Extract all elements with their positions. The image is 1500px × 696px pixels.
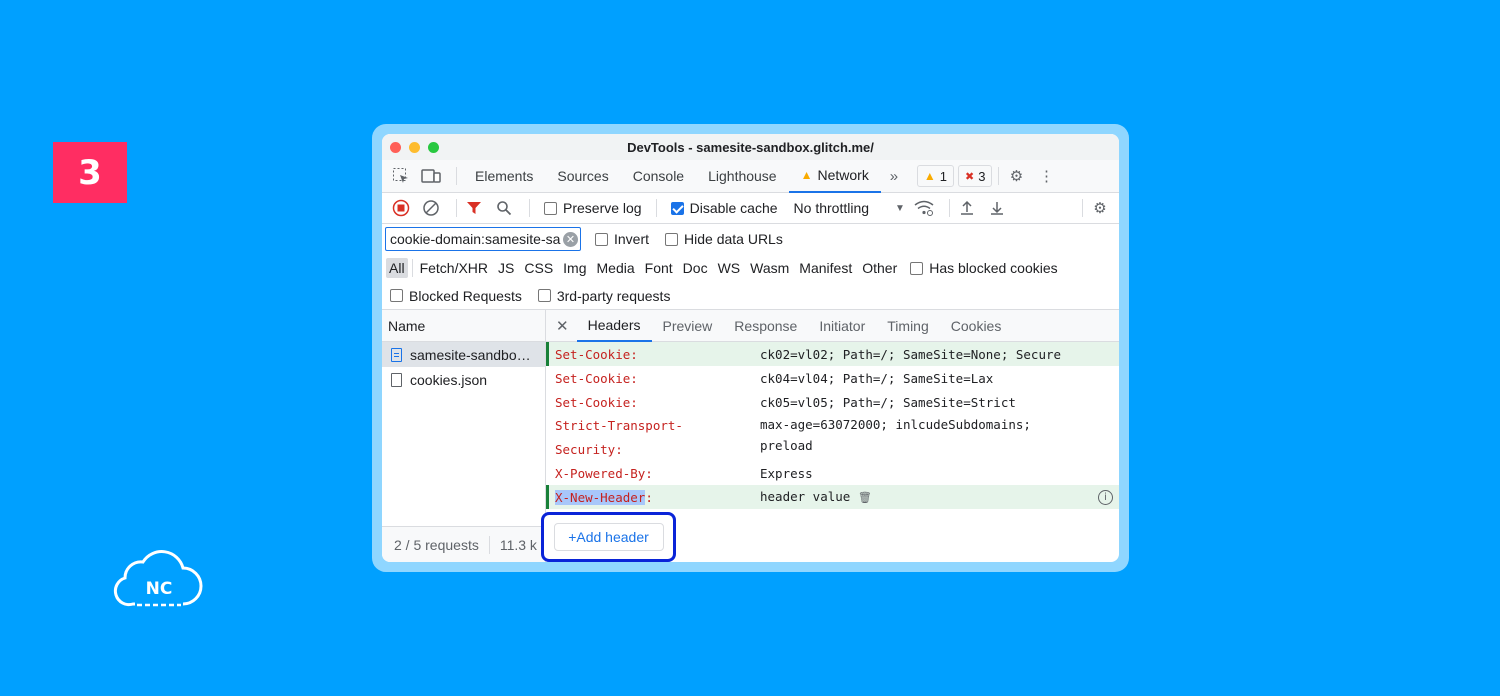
error-icon: ✖	[964, 170, 975, 183]
nc-cloud-logo: NC	[113, 550, 203, 607]
import-har-icon[interactable]	[956, 197, 978, 219]
type-media[interactable]: Media	[594, 258, 638, 278]
status-bar: 2 / 5 requests 11.3 k	[382, 526, 546, 562]
filter-icon[interactable]	[463, 197, 485, 219]
export-har-icon[interactable]	[986, 197, 1008, 219]
resource-type-row: All Fetch/XHR JS CSS Img Media Font Doc …	[382, 254, 1119, 282]
warning-icon: ▲	[800, 168, 813, 182]
tab-network[interactable]: ▲ Network	[788, 160, 881, 193]
type-wasm[interactable]: Wasm	[747, 258, 792, 278]
tab-response[interactable]: Response	[723, 310, 808, 342]
tab-headers[interactable]: Headers	[576, 310, 652, 342]
network-toolbar: Preserve log Disable cache No throttling…	[382, 193, 1119, 224]
search-icon[interactable]	[493, 197, 515, 219]
new-header-value-field[interactable]: header value 🗑	[760, 486, 1098, 508]
document-icon	[391, 347, 402, 362]
request-row[interactable]: cookies.json	[382, 367, 545, 392]
add-header-highlight: +Add header	[541, 512, 676, 562]
tab-sources[interactable]: Sources	[545, 160, 620, 193]
tab-initiator[interactable]: Initiator	[808, 310, 876, 342]
panel-tabbar: Elements Sources Console Lighthouse ▲ Net…	[382, 160, 1119, 193]
invert-checkbox[interactable]: Invert	[595, 231, 649, 247]
inspect-element-icon[interactable]	[390, 165, 412, 187]
warnings-badge[interactable]: ▲ 1	[916, 165, 954, 187]
network-settings-icon[interactable]: ⚙	[1089, 197, 1111, 219]
clear-icon[interactable]	[420, 197, 442, 219]
request-row[interactable]: samesite-sandbo…	[382, 342, 545, 367]
new-header-row: X-New-Header: header value 🗑 i	[546, 485, 1119, 509]
type-css[interactable]: CSS	[521, 258, 556, 278]
name-column-header[interactable]: Name	[382, 310, 545, 342]
type-js[interactable]: JS	[495, 258, 517, 278]
clear-filter-icon[interactable]: ✕	[563, 232, 578, 247]
devtools-window: DevTools - samesite-sandbox.glitch.me/ E…	[382, 134, 1119, 562]
header-row: Set-Cookie: ck02=vl02; Path=/; SameSite=…	[546, 342, 1119, 366]
type-fetch-xhr[interactable]: Fetch/XHR	[417, 258, 491, 278]
device-toolbar-icon[interactable]	[420, 165, 442, 187]
type-manifest[interactable]: Manifest	[796, 258, 855, 278]
tab-timing[interactable]: Timing	[876, 310, 940, 342]
header-row: Strict-Transport- Security: max-age=63072…	[555, 417, 1031, 457]
disable-cache-checkbox[interactable]: Disable cache	[670, 200, 778, 216]
type-ws[interactable]: WS	[715, 258, 744, 278]
type-other[interactable]: Other	[859, 258, 900, 278]
type-font[interactable]: Font	[642, 258, 676, 278]
tab-console[interactable]: Console	[621, 160, 696, 193]
filter-input[interactable]: cookie-domain:samesite-sa ✕	[385, 227, 581, 251]
stop-recording-icon[interactable]	[390, 197, 412, 219]
trash-icon[interactable]: 🗑	[858, 491, 872, 504]
throttling-select[interactable]: No throttling ▼	[794, 200, 905, 216]
hide-data-urls-checkbox[interactable]: Hide data URLs	[665, 231, 783, 247]
network-conditions-icon[interactable]	[913, 197, 935, 219]
title-bar: DevTools - samesite-sandbox.glitch.me/	[382, 134, 1119, 160]
type-doc[interactable]: Doc	[680, 258, 711, 278]
type-all[interactable]: All	[386, 258, 408, 278]
tab-cookies[interactable]: Cookies	[940, 310, 1013, 342]
more-tabs-icon[interactable]: »	[883, 165, 905, 187]
extra-filters-row: Blocked Requests 3rd-party requests	[382, 282, 1119, 310]
header-row: Set-Cookie: ck04=vl04; Path=/; SameSite=…	[555, 370, 994, 386]
detail-tabbar: ✕ Headers Preview Response Initiator Tim…	[546, 310, 1119, 342]
file-icon	[391, 372, 402, 387]
preserve-log-checkbox[interactable]: Preserve log	[544, 200, 642, 216]
warning-icon: ▲	[923, 169, 936, 183]
blocked-requests-checkbox[interactable]: Blocked Requests	[390, 288, 522, 304]
tab-elements[interactable]: Elements	[463, 160, 545, 193]
more-options-icon[interactable]: ⋮	[1035, 165, 1057, 187]
type-img[interactable]: Img	[560, 258, 589, 278]
request-list: Name samesite-sandbo… cookies.json	[382, 310, 546, 527]
logo-text: NC	[146, 579, 173, 599]
has-blocked-cookies-checkbox[interactable]: Has blocked cookies	[910, 260, 1058, 276]
request-detail: ✕ Headers Preview Response Initiator Tim…	[546, 310, 1119, 527]
info-icon[interactable]: i	[1098, 489, 1113, 505]
filter-row: cookie-domain:samesite-sa ✕ Invert Hide …	[382, 224, 1119, 254]
window-title: DevTools - samesite-sandbox.glitch.me/	[627, 139, 874, 155]
add-header-button[interactable]: +Add header	[553, 523, 664, 551]
errors-badge[interactable]: ✖ 3	[957, 165, 993, 187]
header-row: X-Powered-By: Express	[555, 465, 813, 481]
close-detail-icon[interactable]: ✕	[556, 317, 569, 335]
dropdown-arrow-icon: ▼	[895, 202, 905, 214]
settings-gear-icon[interactable]: ⚙	[1005, 165, 1027, 187]
network-main: Name samesite-sandbo… cookies.json ✕ Hea…	[382, 310, 1119, 527]
step-number-badge: 3	[53, 142, 127, 203]
new-header-name-field[interactable]: X-New-Header:	[555, 486, 760, 509]
tab-lighthouse[interactable]: Lighthouse	[696, 160, 789, 193]
tab-preview[interactable]: Preview	[652, 310, 724, 342]
third-party-requests-checkbox[interactable]: 3rd-party requests	[537, 288, 670, 304]
header-row: Set-Cookie: ck05=vl05; Path=/; SameSite=…	[555, 394, 1016, 410]
